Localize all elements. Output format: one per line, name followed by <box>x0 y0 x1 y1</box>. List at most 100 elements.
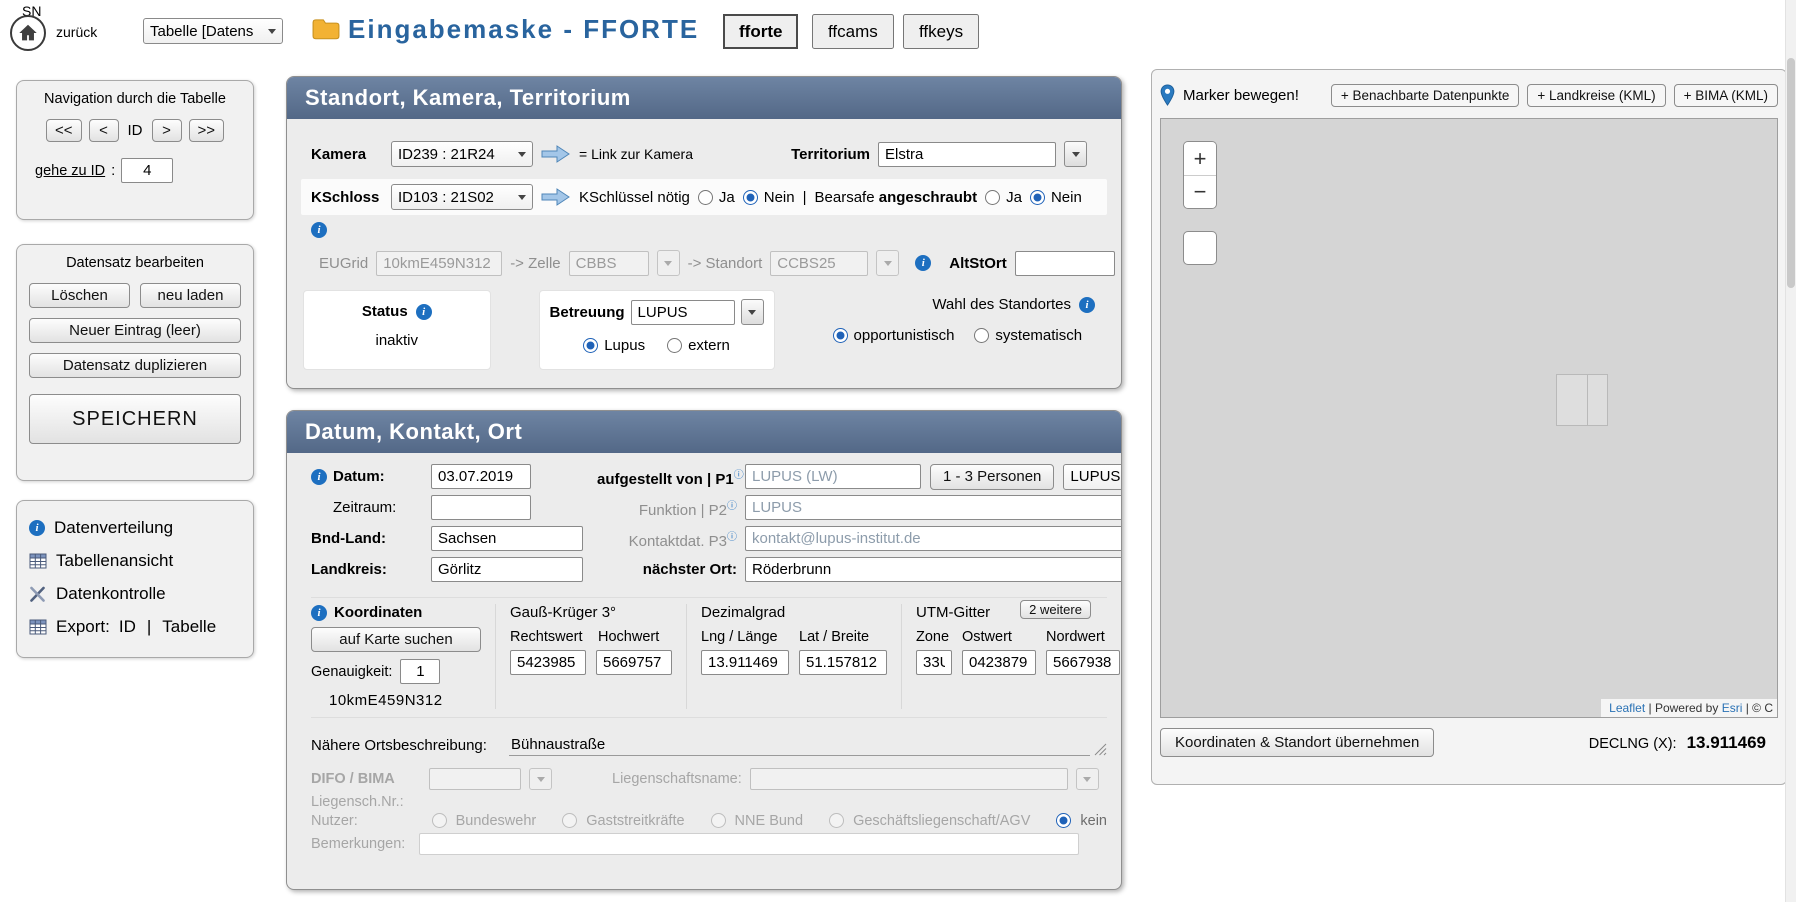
wahl-opportunistisch-option[interactable]: opportunistisch <box>833 327 955 344</box>
info-icon[interactable] <box>311 605 327 621</box>
bearsafe-ja-radio[interactable] <box>985 190 1000 205</box>
nav-next-button[interactable]: > <box>152 119 182 142</box>
koordinaten-uebernehmen-button[interactable]: Koordinaten & Standort übernehmen <box>1160 728 1434 757</box>
personen-button[interactable]: 1 - 3 Personen <box>930 464 1054 490</box>
status-betreuung-row: Status inaktiv Betreuung Lupus extern <box>287 290 1121 370</box>
resize-grip-icon[interactable] <box>1094 743 1107 756</box>
chevron-down-icon <box>748 310 756 315</box>
bndland-input[interactable] <box>431 526 583 551</box>
kschloss-info-row <box>287 220 1121 238</box>
map-canvas[interactable]: + − Leaflet | Powered by Esri | © C <box>1160 118 1778 718</box>
goto-id-colon: : <box>111 162 115 179</box>
rechtswert-input[interactable] <box>510 650 586 675</box>
app-button-ffkeys[interactable]: ffkeys <box>903 14 979 49</box>
ostwert-input[interactable] <box>962 650 1036 675</box>
naechster-ort-input[interactable] <box>745 557 1122 582</box>
betreuung-lupus-option[interactable]: Lupus <box>583 337 645 354</box>
kamera-select[interactable]: ID239 : 21R24 <box>391 141 533 167</box>
table-navigation-box: Navigation durch die Tabelle << < ID > >… <box>16 80 254 220</box>
map-layer-button[interactable] <box>1183 231 1217 265</box>
home-button[interactable] <box>10 15 46 51</box>
genauigkeit-input[interactable] <box>400 659 440 684</box>
kschluessel-ja-option[interactable]: Ja <box>698 189 735 206</box>
karte-suchen-button[interactable]: auf Karte suchen <box>311 627 481 652</box>
vertical-scrollbar[interactable] <box>1785 0 1796 902</box>
bemerkungen-input[interactable] <box>419 833 1079 855</box>
delete-button[interactable]: Löschen <box>29 283 130 308</box>
wahl-systematisch-option[interactable]: systematisch <box>974 327 1082 344</box>
kschloss-select[interactable]: ID103 : 21S02 <box>391 184 533 210</box>
nordwert-input[interactable] <box>1046 650 1120 675</box>
info-icon[interactable] <box>915 255 931 271</box>
link-tabellenansicht[interactable]: Tabellenansicht <box>29 544 241 577</box>
landkreis-input[interactable] <box>431 557 583 582</box>
betreuung-input[interactable] <box>631 300 735 325</box>
coordinates-section: Koordinaten auf Karte suchen Genauigkeit… <box>311 597 1107 718</box>
new-entry-button[interactable]: Neuer Eintrag (leer) <box>29 318 241 343</box>
betreuung-extern-radio[interactable] <box>667 338 682 353</box>
nav-prev-button[interactable]: < <box>89 119 119 142</box>
betreuung-extern-option[interactable]: extern <box>667 337 730 354</box>
kschluessel-nein-radio[interactable] <box>743 190 758 205</box>
p3-input[interactable] <box>745 526 1122 551</box>
kschluessel-ja-radio[interactable] <box>698 190 713 205</box>
weitere-button[interactable]: 2 weitere <box>1020 600 1091 619</box>
esri-link[interactable]: Esri <box>1722 701 1743 715</box>
altstort-input[interactable] <box>1015 251 1115 276</box>
lng-input[interactable] <box>701 650 789 675</box>
p2-input[interactable] <box>745 495 1122 520</box>
bima-kml-button[interactable]: + BIMA (KML) <box>1674 84 1778 107</box>
app-button-fforte[interactable]: fforte <box>723 14 798 49</box>
nutzer-kein-option[interactable]: kein <box>1056 813 1107 829</box>
bearsafe-nein-radio[interactable] <box>1030 190 1045 205</box>
link-datenkontrolle[interactable]: Datenkontrolle <box>29 577 241 610</box>
wahl-opportunistisch-radio[interactable] <box>833 328 848 343</box>
goto-id-input[interactable] <box>121 158 173 183</box>
save-button[interactable]: SPEICHERN <box>29 394 241 444</box>
nutzer-agv-radio <box>829 813 844 828</box>
kamera-link-text[interactable]: = Link zur Kamera <box>579 146 693 162</box>
betreuung-dropdown-button[interactable] <box>741 299 764 325</box>
wahl-systematisch-radio[interactable] <box>974 328 989 343</box>
nav-first-button[interactable]: << <box>46 119 82 142</box>
zone-input[interactable] <box>916 650 952 675</box>
goto-id-link[interactable]: gehe zu ID <box>35 163 105 179</box>
bearsafe-ja-option[interactable]: Ja <box>985 189 1022 206</box>
info-icon[interactable] <box>416 304 432 320</box>
zeitraum-input[interactable] <box>431 495 531 520</box>
nav-last-button[interactable]: >> <box>189 119 225 142</box>
back-link[interactable]: zurück <box>56 24 97 40</box>
betreuung-lupus-radio[interactable] <box>583 338 598 353</box>
reload-button[interactable]: neu laden <box>140 283 241 308</box>
zoom-out-button[interactable]: − <box>1184 175 1216 208</box>
duplicate-record-button[interactable]: Datensatz duplizieren <box>29 353 241 378</box>
leaflet-link[interactable]: Leaflet <box>1609 701 1645 715</box>
export-table-link[interactable]: Tabelle <box>162 617 216 637</box>
export-id-link[interactable]: ID <box>119 617 136 637</box>
info-icon[interactable] <box>1079 297 1095 313</box>
info-icon[interactable] <box>311 469 327 485</box>
p1-select[interactable]: LUPUS (LW <box>1063 464 1122 490</box>
hochwert-input[interactable] <box>596 650 672 675</box>
info-icon[interactable] <box>311 222 327 238</box>
ortsbeschreibung-input[interactable] <box>509 734 1090 756</box>
datum-input[interactable] <box>431 464 531 489</box>
bearsafe-nein-option[interactable]: Nein <box>1030 189 1082 206</box>
nutzer-gaststreitkraefte-option: Gaststreitkräfte <box>562 813 684 829</box>
zelle-label: -> Zelle <box>510 255 560 272</box>
territorium-input[interactable] <box>878 142 1056 167</box>
kschluessel-nein-option[interactable]: Nein <box>743 189 795 206</box>
nutzer-agv-option: Geschäftsliegenschaft/AGV <box>829 813 1030 829</box>
standort-input <box>770 251 868 276</box>
nutzer-kein-radio[interactable] <box>1056 813 1071 828</box>
scrollbar-thumb[interactable] <box>1787 58 1795 288</box>
lat-input[interactable] <box>799 650 887 675</box>
app-button-ffcams[interactable]: ffcams <box>812 14 894 49</box>
table-select[interactable]: Tabelle [Datens <box>143 18 283 44</box>
landkreise-kml-button[interactable]: + Landkreise (KML) <box>1527 84 1665 107</box>
p1-input[interactable] <box>745 464 921 489</box>
link-datenverteilung[interactable]: Datenverteilung <box>29 511 241 544</box>
territorium-dropdown-button[interactable] <box>1064 141 1087 167</box>
benachbarte-datenpunkte-button[interactable]: + Benachbarte Datenpunkte <box>1331 84 1520 107</box>
zoom-in-button[interactable]: + <box>1184 142 1216 175</box>
